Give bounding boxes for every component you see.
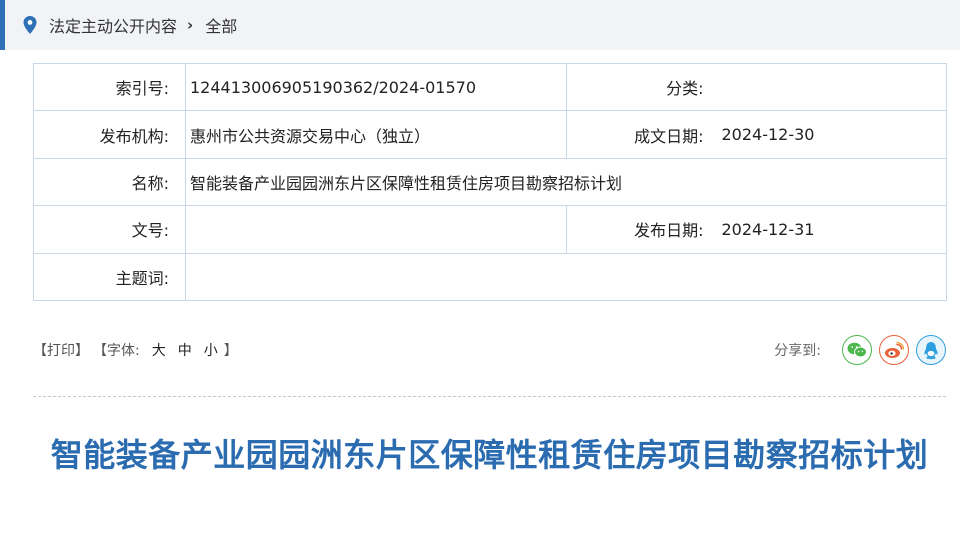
font-size-options: 大 中 小 [146,340,224,360]
category-value [721,62,947,112]
keywords-value [185,252,947,301]
index-label: 索引号: [33,62,186,112]
written-date-value: 2024-12-30 [721,110,947,159]
print-button[interactable]: 【打印】 [33,340,89,360]
publisher-label: 发布机构: [33,110,186,159]
table-row: 主题词: [33,252,947,301]
table-row: 索引号: 124413006905190362/2024-01570 分类: [33,62,947,112]
name-value: 智能装备产业园园洲东片区保障性租赁住房项目勘察招标计划 [185,157,947,207]
font-medium-button[interactable]: 中 [178,340,192,360]
name-label: 名称: [33,157,186,207]
chevron-right-icon: › [187,16,194,34]
location-pin-icon [23,16,37,34]
publish-date-value: 2024-12-31 [721,205,947,254]
written-date-label: 成文日期: [566,110,722,159]
weibo-icon[interactable] [879,335,909,365]
breadcrumb-section-link[interactable]: 法定主动公开内容 [49,13,177,37]
share-bar: 分享到: [774,335,946,365]
article-toolbar: 【打印】 【字体: 大 中 小 】 分享到: [33,330,946,370]
qq-icon[interactable] [916,335,946,365]
keywords-label: 主题词: [33,252,186,301]
table-row: 发布机构: 惠州市公共资源交易中心（独立） 成文日期: 2024-12-30 [33,110,947,159]
font-large-button[interactable]: 大 [152,340,166,360]
share-label: 分享到: [774,343,821,359]
font-size-label: 【字体: [93,343,140,359]
font-small-button[interactable]: 小 [204,340,218,360]
table-row: 名称: 智能装备产业园园洲东片区保障性租赁住房项目勘察招标计划 [33,157,947,207]
breadcrumb-current[interactable]: 全部 [205,13,237,37]
article-title: 智能装备产业园园洲东片区保障性租赁住房项目勘察招标计划 [50,436,929,474]
article-tools: 【打印】 【字体: 大 中 小 】 [33,340,238,360]
doc-no-label: 文号: [33,205,186,254]
dashed-divider [33,396,946,397]
font-size-close-bracket: 】 [223,343,238,359]
doc-no-value [185,205,567,254]
publisher-value: 惠州市公共资源交易中心（独立） [185,110,567,159]
table-row: 文号: 发布日期: 2024-12-31 [33,205,947,254]
breadcrumb: 法定主动公开内容 › 全部 [0,0,960,50]
index-value: 124413006905190362/2024-01570 [185,62,567,112]
document-meta-table: 索引号: 124413006905190362/2024-01570 分类: 发… [33,62,947,301]
publish-date-label: 发布日期: [566,205,722,254]
category-label: 分类: [566,62,722,112]
wechat-icon[interactable] [842,335,872,365]
